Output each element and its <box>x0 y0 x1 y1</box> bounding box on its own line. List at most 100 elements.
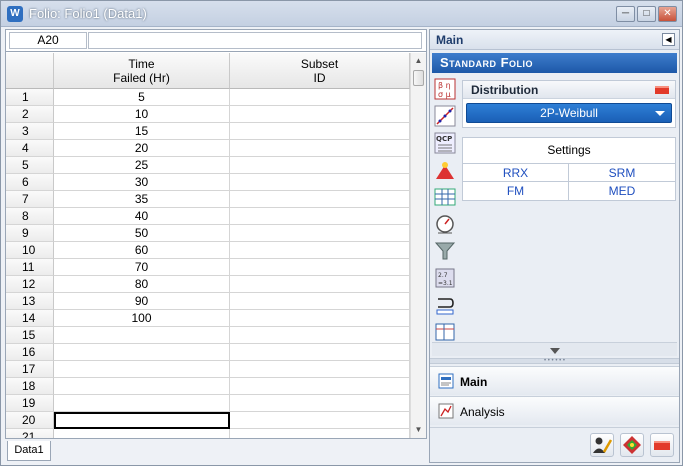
scroll-thumb[interactable] <box>413 70 424 86</box>
probability-plot-icon[interactable] <box>434 105 456 127</box>
row-number[interactable]: 1 <box>6 89 54 106</box>
corner-header[interactable] <box>6 53 54 89</box>
row-number[interactable]: 6 <box>6 174 54 191</box>
subset-id-cell[interactable] <box>230 140 410 157</box>
formula-input[interactable] <box>88 32 422 49</box>
panel-scroll-down[interactable] <box>432 342 677 356</box>
time-failed-cell[interactable] <box>54 395 230 412</box>
fm-link[interactable]: FM <box>463 182 569 200</box>
time-failed-cell[interactable]: 100 <box>54 310 230 327</box>
distribution-select[interactable]: 2P-Weibull <box>466 103 672 123</box>
subset-id-cell[interactable] <box>230 174 410 191</box>
subset-id-cell[interactable] <box>230 157 410 174</box>
table-row[interactable]: 15 <box>6 327 410 344</box>
time-failed-cell[interactable] <box>54 361 230 378</box>
row-number[interactable]: 10 <box>6 242 54 259</box>
subset-id-cell[interactable] <box>230 412 410 429</box>
subset-id-cell[interactable] <box>230 378 410 395</box>
table-row[interactable]: 17 <box>6 361 410 378</box>
subset-id-cell[interactable] <box>230 242 410 259</box>
scroll-up-icon[interactable]: ▲ <box>411 53 426 69</box>
flag-icon[interactable] <box>655 86 669 94</box>
table-row[interactable]: 14 100 <box>6 310 410 327</box>
table-row[interactable]: 6 30 <box>6 174 410 191</box>
table-row[interactable]: 7 35 <box>6 191 410 208</box>
time-failed-cell[interactable]: 80 <box>54 276 230 293</box>
time-failed-cell[interactable]: 70 <box>54 259 230 276</box>
subset-id-cell[interactable] <box>230 106 410 123</box>
subset-id-cell[interactable] <box>230 344 410 361</box>
splitter-grip[interactable]: • • • • • • <box>430 358 679 364</box>
warranty-icon[interactable] <box>434 159 456 181</box>
time-failed-cell[interactable]: 90 <box>54 293 230 310</box>
subset-id-cell[interactable] <box>230 310 410 327</box>
med-link[interactable]: MED <box>569 182 675 200</box>
column-header-time[interactable]: Time Failed (Hr) <box>54 53 230 89</box>
row-number[interactable]: 13 <box>6 293 54 310</box>
cell-reference-box[interactable]: A20 <box>9 32 87 49</box>
row-number[interactable]: 18 <box>6 378 54 395</box>
table-row[interactable]: 8 40 <box>6 208 410 225</box>
table-row[interactable]: 3 15 <box>6 123 410 140</box>
row-number[interactable]: 15 <box>6 327 54 344</box>
time-failed-cell[interactable] <box>54 344 230 361</box>
table-row[interactable]: 2 10 <box>6 106 410 123</box>
row-number[interactable]: 3 <box>6 123 54 140</box>
column-header-subset[interactable]: Subset ID <box>230 53 410 89</box>
row-number[interactable]: 17 <box>6 361 54 378</box>
red-flag-icon[interactable] <box>650 433 674 457</box>
subset-id-cell[interactable] <box>230 327 410 344</box>
srm-link[interactable]: SRM <box>569 164 675 182</box>
close-button[interactable]: ✕ <box>658 6 677 22</box>
time-failed-cell[interactable]: 10 <box>54 106 230 123</box>
time-failed-cell[interactable] <box>54 429 230 438</box>
table-row[interactable]: 19 <box>6 395 410 412</box>
time-failed-cell[interactable]: 35 <box>54 191 230 208</box>
time-failed-cell[interactable] <box>54 412 230 429</box>
time-failed-cell[interactable]: 25 <box>54 157 230 174</box>
subset-id-cell[interactable] <box>230 191 410 208</box>
time-failed-cell[interactable]: 30 <box>54 174 230 191</box>
table-row[interactable]: 13 90 <box>6 293 410 310</box>
row-number[interactable]: 12 <box>6 276 54 293</box>
row-number[interactable]: 16 <box>6 344 54 361</box>
table-row[interactable]: 20 <box>6 412 410 429</box>
subset-id-cell[interactable] <box>230 361 410 378</box>
table-row[interactable]: 15 <box>6 89 410 106</box>
nav-main-button[interactable]: Main <box>430 366 679 395</box>
row-number[interactable]: 20 <box>6 412 54 429</box>
subset-id-cell[interactable] <box>230 395 410 412</box>
rrx-link[interactable]: RRX <box>463 164 569 182</box>
subset-id-cell[interactable] <box>230 259 410 276</box>
user-edit-icon[interactable] <box>590 433 614 457</box>
row-number[interactable]: 8 <box>6 208 54 225</box>
row-number[interactable]: 19 <box>6 395 54 412</box>
gauge-icon[interactable] <box>434 213 456 235</box>
minimize-button[interactable]: ─ <box>616 6 635 22</box>
table-row[interactable]: 18 <box>6 378 410 395</box>
scroll-down-icon[interactable]: ▼ <box>411 422 426 438</box>
subset-id-cell[interactable] <box>230 225 410 242</box>
sheet-tab-data1[interactable]: Data1 <box>7 441 51 461</box>
subset-id-cell[interactable] <box>230 293 410 310</box>
row-number[interactable]: 11 <box>6 259 54 276</box>
time-failed-cell[interactable]: 60 <box>54 242 230 259</box>
time-failed-cell[interactable] <box>54 378 230 395</box>
calculator-icon[interactable]: 2.7 =3.1 <box>434 267 456 289</box>
time-failed-cell[interactable] <box>54 327 230 344</box>
time-failed-cell[interactable]: 20 <box>54 140 230 157</box>
table-row[interactable]: 10 60 <box>6 242 410 259</box>
table-row[interactable]: 11 70 <box>6 259 410 276</box>
subset-id-cell[interactable] <box>230 208 410 225</box>
table-row[interactable]: 5 25 <box>6 157 410 174</box>
row-number[interactable]: 14 <box>6 310 54 327</box>
row-number[interactable]: 4 <box>6 140 54 157</box>
table-row[interactable]: 12 80 <box>6 276 410 293</box>
report-icon[interactable] <box>434 321 456 343</box>
beta-parameter-icon[interactable]: β ησ μ <box>434 78 456 100</box>
collapse-panel-icon[interactable]: ◀ <box>662 33 675 46</box>
calculate-icon[interactable] <box>620 433 644 457</box>
row-number[interactable]: 5 <box>6 157 54 174</box>
maximize-button[interactable]: □ <box>637 6 656 22</box>
time-failed-cell[interactable]: 40 <box>54 208 230 225</box>
